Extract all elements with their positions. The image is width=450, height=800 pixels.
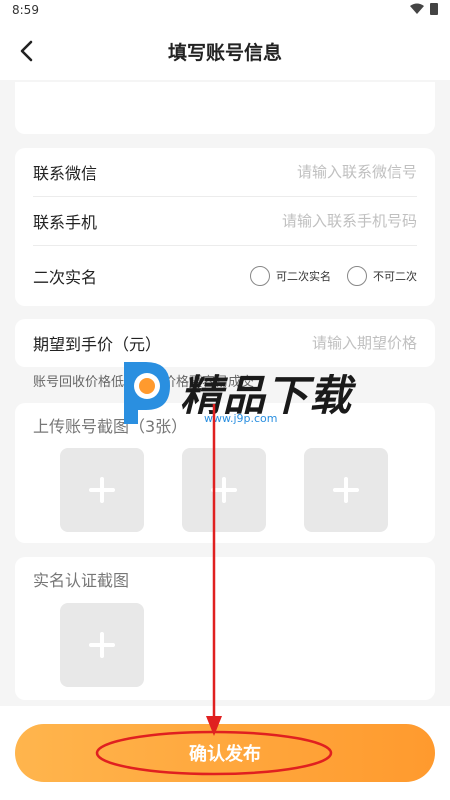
realname-upload-slot[interactable] — [60, 603, 144, 687]
plus-icon — [211, 477, 237, 503]
realname-label: 二次实名 — [33, 268, 98, 287]
wifi-icon — [410, 3, 424, 14]
plus-icon — [89, 632, 115, 658]
nav-bar: 填写账号信息 — [0, 22, 450, 80]
bottom-bar: 确认发布 — [0, 706, 450, 800]
realname-radio-group: 可二次实名 不可二次 — [250, 266, 417, 286]
plus-icon — [333, 477, 359, 503]
price-input[interactable] — [227, 334, 417, 352]
upload-title: 上传账号截图（3张） — [33, 417, 188, 436]
radio-can-realname[interactable]: 可二次实名 — [250, 266, 331, 286]
realname-upload-title: 实名认证截图 — [33, 571, 130, 590]
radio-label-yes: 可二次实名 — [276, 270, 331, 283]
upload-slot-1[interactable] — [60, 448, 144, 532]
radio-label-no: 不可二次 — [373, 270, 417, 283]
price-label: 期望到手价（元） — [33, 335, 162, 354]
wechat-label: 联系微信 — [33, 164, 98, 183]
radio-cannot-realname[interactable]: 不可二次 — [347, 266, 417, 286]
upload-slot-3[interactable] — [304, 448, 388, 532]
phone-input[interactable] — [227, 212, 417, 230]
status-time: 8:59 — [12, 3, 39, 17]
phone-label: 联系手机 — [33, 213, 98, 232]
wechat-input[interactable] — [227, 163, 417, 181]
radio-circle — [250, 266, 270, 286]
top-card — [15, 82, 435, 134]
status-bar: 8:59 — [0, 0, 450, 22]
battery-icon — [430, 3, 438, 15]
realname-row: 二次实名 可二次实名 不可二次 — [33, 252, 417, 300]
confirm-label: 确认发布 — [189, 744, 261, 765]
price-row: 期望到手价（元） — [33, 319, 417, 367]
screenshot-upload-card: 上传账号截图（3张） — [15, 403, 435, 543]
divider — [33, 245, 417, 246]
status-icons — [410, 3, 438, 15]
radio-circle — [347, 266, 367, 286]
phone-row: 联系手机 — [33, 197, 417, 245]
wechat-row: 联系微信 — [33, 148, 417, 196]
contact-card: 联系微信 联系手机 二次实名 可二次实名 不可二次 — [15, 148, 435, 306]
price-card: 期望到手价（元） — [15, 319, 435, 367]
realname-upload-card: 实名认证截图 — [15, 557, 435, 700]
upload-slot-2[interactable] — [182, 448, 266, 532]
price-hint: 账号回收价格低，合理价格更容易成交 — [33, 375, 255, 390]
page-title: 填写账号信息 — [167, 42, 282, 64]
confirm-publish-button[interactable]: 确认发布 — [15, 724, 435, 782]
plus-icon — [89, 477, 115, 503]
